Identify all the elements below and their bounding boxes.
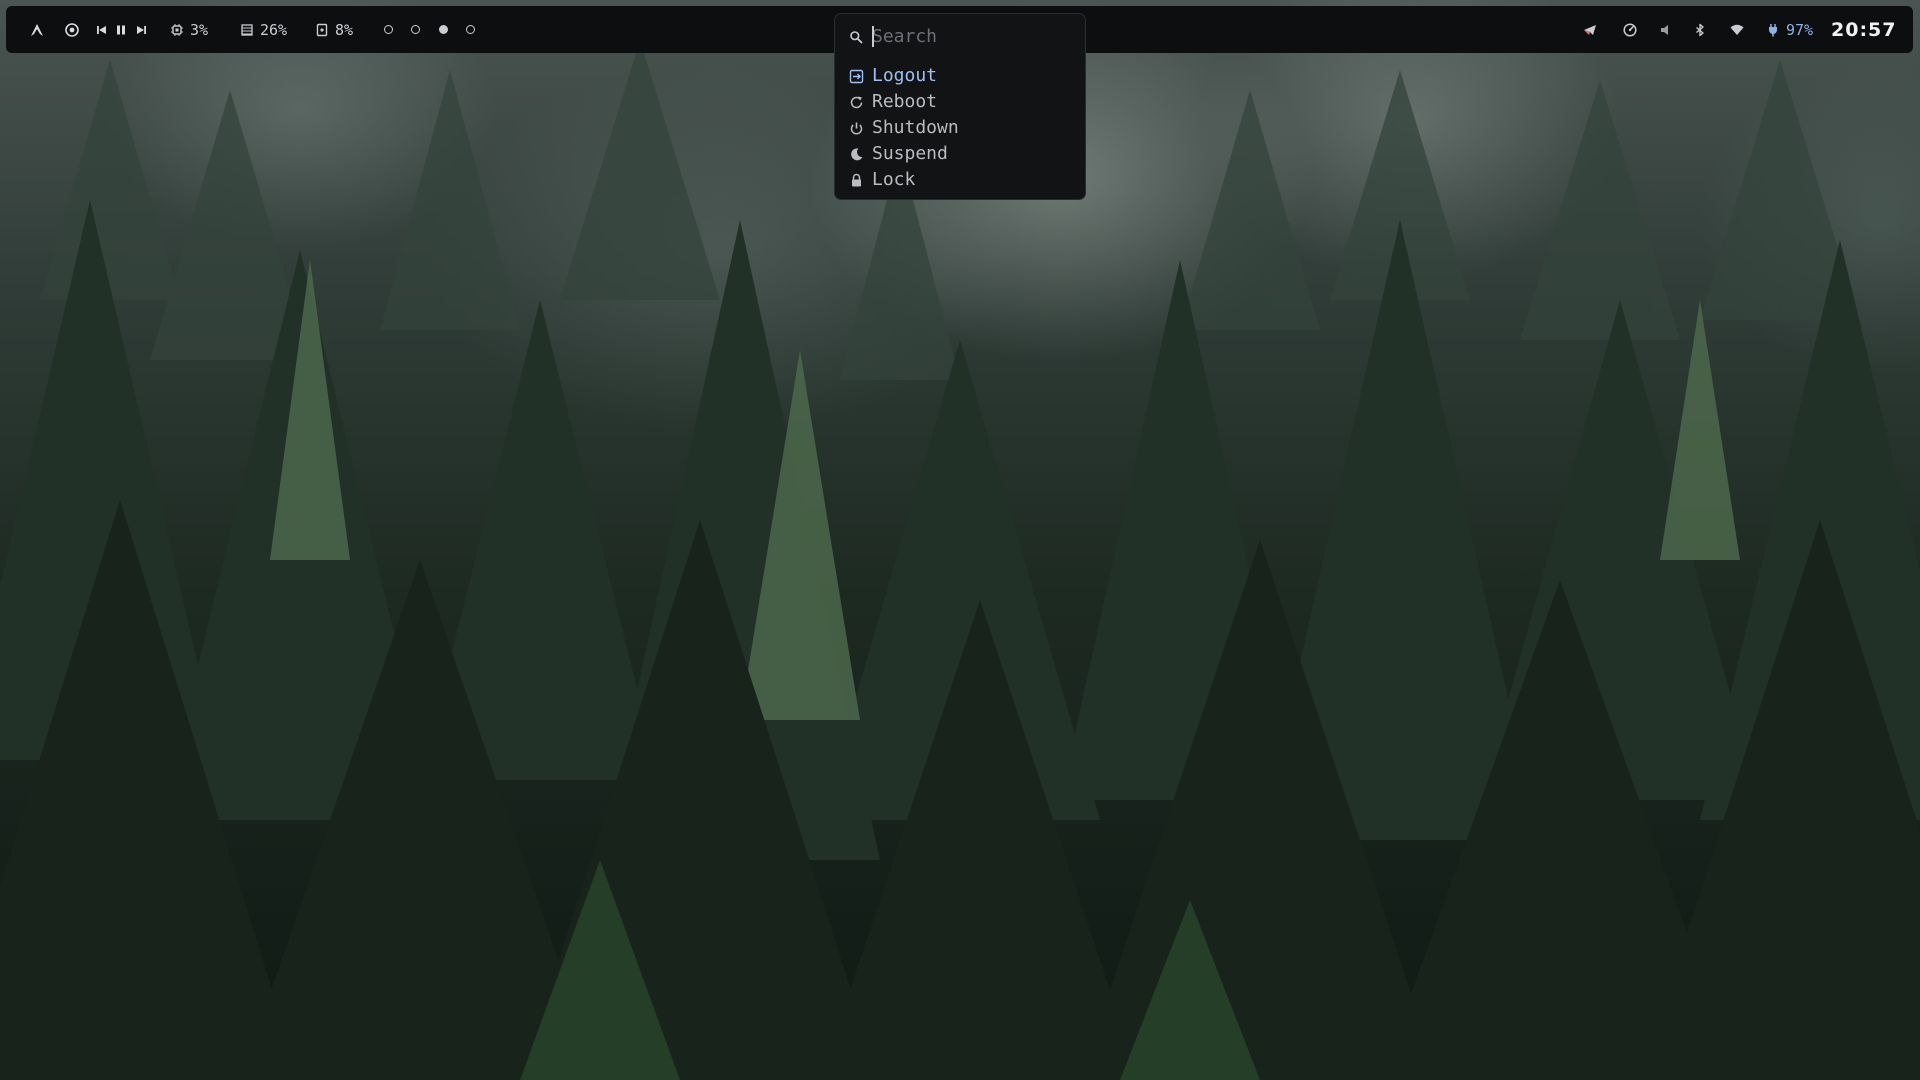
send-icon bbox=[1584, 24, 1596, 35]
menu-item-label: Shutdown bbox=[872, 117, 959, 138]
search-icon bbox=[850, 31, 863, 44]
battery-percent: 97% bbox=[1786, 20, 1814, 39]
cpu-percent: 3% bbox=[190, 20, 209, 39]
disk-usage[interactable]: 8% bbox=[315, 6, 353, 53]
media-player-icon bbox=[65, 22, 79, 37]
menu-item-label: Logout bbox=[872, 65, 938, 86]
workspace-4[interactable] bbox=[466, 6, 475, 53]
arch-menu-button[interactable] bbox=[30, 6, 44, 53]
workspace-dot bbox=[411, 25, 420, 34]
battery-indicator[interactable]: 97% bbox=[1766, 6, 1813, 53]
media-next-button[interactable] bbox=[134, 6, 148, 53]
menu-item-label: Suspend bbox=[872, 143, 948, 164]
lock-icon bbox=[852, 173, 861, 187]
workspace-1[interactable] bbox=[384, 6, 393, 53]
memory-percent: 26% bbox=[260, 20, 288, 39]
workspace-dot bbox=[384, 25, 393, 34]
pause-icon bbox=[117, 25, 125, 34]
workspace-dot bbox=[466, 25, 475, 34]
speedometer-button[interactable] bbox=[1623, 6, 1637, 53]
reboot-icon bbox=[850, 96, 863, 109]
bluetooth-button[interactable] bbox=[1693, 6, 1707, 53]
clock[interactable]: 20:57 bbox=[1831, 6, 1896, 53]
workspace-dot-active bbox=[439, 25, 448, 34]
volume-button[interactable] bbox=[1659, 6, 1673, 53]
volume-icon bbox=[1661, 24, 1668, 35]
power-menu-launcher: Logout Reboot Shutdown Suspend bbox=[834, 13, 1086, 200]
search-bar bbox=[835, 14, 1085, 58]
battery-charging-icon bbox=[1769, 23, 1777, 36]
menu-item-label: Reboot bbox=[872, 91, 938, 112]
send-button[interactable] bbox=[1583, 6, 1597, 53]
search-input[interactable] bbox=[872, 24, 1072, 48]
menu-item-label: Lock bbox=[872, 169, 916, 190]
memory-icon bbox=[241, 23, 253, 36]
text-cursor bbox=[872, 26, 874, 47]
workspace-2[interactable] bbox=[411, 6, 420, 53]
media-pause-button[interactable] bbox=[114, 6, 128, 53]
speedometer-icon bbox=[1623, 22, 1637, 37]
power-options-list: Logout Reboot Shutdown Suspend Lock bbox=[835, 63, 1085, 193]
power-icon bbox=[850, 122, 863, 135]
bluetooth-icon bbox=[1696, 23, 1704, 36]
menu-item-logout[interactable]: Logout bbox=[835, 63, 1085, 89]
logout-icon bbox=[849, 69, 864, 84]
wifi-button[interactable] bbox=[1730, 6, 1744, 53]
media-prev-button[interactable] bbox=[95, 6, 109, 53]
menu-item-lock[interactable]: Lock bbox=[835, 167, 1085, 193]
menu-item-reboot[interactable]: Reboot bbox=[835, 89, 1085, 115]
cpu-usage[interactable]: 3% bbox=[170, 6, 208, 53]
cpu-icon bbox=[171, 23, 183, 36]
menu-item-shutdown[interactable]: Shutdown bbox=[835, 115, 1085, 141]
disk-icon bbox=[316, 23, 328, 36]
arch-logo-icon bbox=[31, 23, 43, 36]
media-player-button[interactable] bbox=[65, 6, 79, 53]
workspace-3[interactable] bbox=[439, 6, 448, 53]
skip-next-icon bbox=[137, 25, 146, 34]
menu-item-suspend[interactable]: Suspend bbox=[835, 141, 1085, 167]
disk-percent: 8% bbox=[335, 20, 354, 39]
moon-icon bbox=[851, 148, 863, 161]
wifi-icon bbox=[1730, 24, 1744, 35]
memory-usage[interactable]: 26% bbox=[240, 6, 287, 53]
skip-previous-icon bbox=[97, 25, 106, 34]
